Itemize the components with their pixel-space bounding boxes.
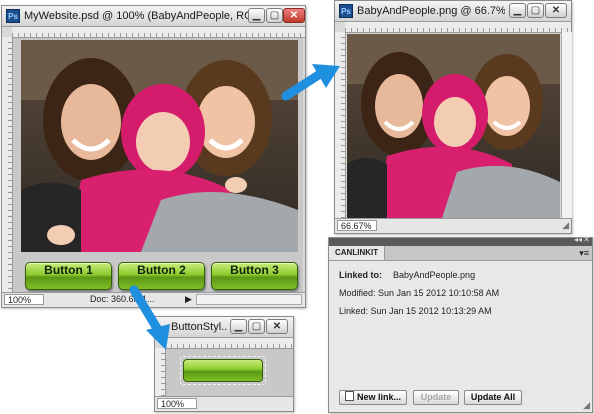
button-preview[interactable] [180,356,266,385]
new-link-label: New link... [356,392,401,402]
main-window-title: MyWebsite.psd @ 100% (BabyAndPeople, RGB… [24,10,250,22]
maximize-icon[interactable]: ▢ [527,3,544,18]
canlinkit-panel[interactable]: ◂◂ ✕ CANLINKIT ▾≡ Linked to: BabyAndPeop… [328,235,593,413]
close-icon[interactable]: ✕ [545,3,567,18]
button-style-window[interactable]: ButtonStyl... ▁ ▢ ✕ 100% [154,316,294,412]
maximize-icon[interactable]: ▢ [266,8,283,23]
zoom-level-field[interactable]: 100% [157,398,197,409]
button-window-titlebar[interactable]: ButtonStyl... ▁ ▢ ✕ [155,317,293,338]
button-3[interactable]: Button 3 [211,262,298,290]
horizontal-ruler[interactable] [12,27,305,38]
button-1[interactable]: Button 1 [25,262,112,290]
button-status-bar: 100% [155,396,293,411]
update-button[interactable]: Update [413,390,459,405]
vertical-ruler[interactable] [155,348,166,396]
vertical-ruler[interactable] [2,37,13,292]
resize-grip-icon[interactable]: ◢ [583,400,590,411]
linked-to-value: BabyAndPeople.png [393,270,476,280]
panel-tab-row: CANLINKIT ▾≡ [329,246,592,261]
panel-menu-icon[interactable]: ▾≡ [579,246,589,260]
resize-grip-icon[interactable]: ◢ [562,220,569,231]
png-window-titlebar[interactable]: Ps BabyAndPeople.png @ 66.7% (RG... ▁ ▢ … [335,1,571,22]
button-canvas[interactable] [166,349,293,396]
png-document-window[interactable]: Ps BabyAndPeople.png @ 66.7% (RG... ▁ ▢ … [334,0,572,234]
vertical-scrollbar[interactable] [561,32,572,218]
main-window-titlebar[interactable]: Ps MyWebsite.psd @ 100% (BabyAndPeople, … [2,6,305,27]
minimize-icon[interactable]: ▁ [248,8,265,23]
png-window-title: BabyAndPeople.png @ 66.7% (RG... [357,5,505,17]
status-menu-arrow-icon[interactable]: ▶ [185,294,195,305]
baby-and-people-photo [347,34,560,218]
horizontal-ruler[interactable] [345,22,571,33]
update-all-button[interactable]: Update All [464,390,522,405]
minimize-icon[interactable]: ▁ [509,3,526,18]
photoshop-icon: Ps [339,4,353,18]
button-2[interactable]: Button 2 [118,262,205,290]
minimize-icon[interactable]: ▁ [230,319,247,334]
photoshop-icon: Ps [6,9,20,23]
panel-top-bar[interactable]: ◂◂ ✕ [329,235,592,246]
vertical-ruler[interactable] [335,32,346,218]
green-button-shape [183,359,263,382]
family-photo [21,40,298,252]
collapse-icon[interactable]: ◂◂ [574,235,582,244]
main-document-window[interactable]: Ps MyWebsite.psd @ 100% (BabyAndPeople, … [1,5,306,308]
document-canvas[interactable]: Button 1 Button 2 Button 3 [13,38,303,293]
zoom-level-field[interactable]: 100% [4,294,44,305]
linked-to-label: Linked to: [339,270,382,280]
new-link-button[interactable]: New link... [339,390,407,405]
close-icon[interactable]: ✕ [266,319,288,334]
horizontal-scrollbar[interactable] [196,294,302,305]
main-status-bar: 100% Doc: 360.6K/1... ▶ [2,292,305,307]
button-window-title: ButtonStyl... [171,321,227,333]
modified-timestamp: Modified: Sun Jan 15 2012 10:10:58 AM [339,288,500,298]
zoom-level-field[interactable]: 66.67% [337,220,377,231]
panel-close-icon[interactable]: ✕ [583,235,590,244]
close-icon[interactable]: ✕ [283,8,305,23]
linked-timestamp: Linked: Sun Jan 15 2012 10:13:29 AM [339,306,492,316]
new-link-icon [344,391,354,401]
png-status-bar: 66.67% ◢ [335,218,571,233]
maximize-icon[interactable]: ▢ [248,319,265,334]
doc-size-info: Doc: 360.6K/1... [90,294,155,304]
horizontal-ruler[interactable] [165,338,293,349]
panel-tab[interactable]: CANLINKIT [329,246,386,260]
